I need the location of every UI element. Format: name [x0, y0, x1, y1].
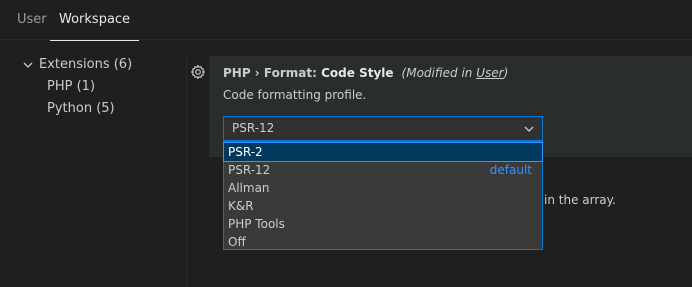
- tree-item-label: PHP: [47, 79, 73, 94]
- setting-description: Code formatting profile.: [223, 88, 367, 102]
- setting-title: PHP › Format: Code Style (Modified in Use…: [223, 66, 508, 80]
- option-allman[interactable]: Allman: [224, 179, 542, 197]
- settings-tabs: User Workspace: [0, 0, 692, 41]
- modified-suffix: ): [503, 66, 509, 80]
- tree-item-count: (6): [113, 57, 133, 72]
- tree-item-php[interactable]: PHP (1): [0, 76, 186, 98]
- chevron-down-icon: [23, 62, 33, 68]
- option-psr-2[interactable]: PSR-2: [223, 142, 543, 162]
- setting-category: PHP › Format:: [223, 66, 322, 80]
- tree-item-count: (1): [76, 79, 96, 94]
- option-psr-12[interactable]: PSR-12 default: [224, 161, 542, 179]
- modified-prefix: (Modified in: [401, 66, 477, 80]
- option-php-tools[interactable]: PHP Tools: [224, 215, 542, 233]
- tab-workspace[interactable]: Workspace: [49, 0, 140, 41]
- tree-item-label: Python: [47, 101, 93, 116]
- tab-user[interactable]: User: [17, 0, 47, 40]
- select-value: PSR-12: [232, 121, 275, 135]
- tree-item-count: (5): [96, 101, 115, 116]
- modified-in-user-link[interactable]: User: [476, 66, 503, 80]
- gear-icon[interactable]: [190, 64, 206, 80]
- option-off[interactable]: Off: [224, 233, 542, 251]
- default-badge: default: [489, 163, 532, 177]
- sash-divider[interactable]: [186, 54, 187, 287]
- setting-name: Code Style: [321, 66, 394, 80]
- background-description-text: in the array.: [544, 193, 616, 207]
- modified-indicator: (Modified in User): [402, 66, 509, 80]
- tree-item-python[interactable]: Python (5): [0, 98, 186, 120]
- tree-item-label: Extensions: [39, 57, 110, 72]
- option-k-and-r[interactable]: K&R: [224, 197, 542, 215]
- select-dropdown-list: PSR-2 PSR-12 default Allman K&R PHP Tool…: [223, 141, 543, 250]
- chevron-down-icon: [524, 126, 534, 132]
- code-style-select[interactable]: PSR-12: [223, 116, 543, 141]
- tree-item-extensions[interactable]: Extensions (6): [0, 54, 186, 76]
- option-label: PSR-12: [228, 163, 271, 177]
